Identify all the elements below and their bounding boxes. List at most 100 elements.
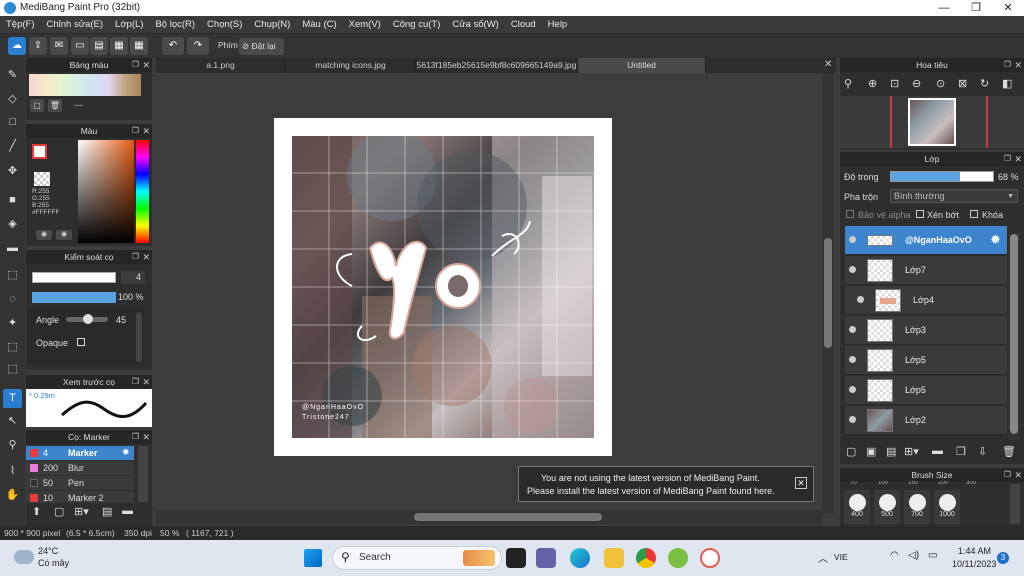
pen-tool-icon[interactable]: ⌇ xyxy=(3,462,22,481)
vertical-scroll-thumb[interactable] xyxy=(824,238,832,348)
clip-checkbox[interactable] xyxy=(916,210,924,218)
zoom-in-icon[interactable]: ⊕ xyxy=(868,77,877,90)
edge-icon[interactable] xyxy=(570,548,590,568)
clock-date[interactable]: 10/11/2023 xyxy=(952,559,996,569)
popout-icon[interactable]: ❐ xyxy=(1004,152,1011,166)
select-pen-icon[interactable]: ⬚ xyxy=(3,338,22,357)
share-icon[interactable]: ⇪ xyxy=(29,37,47,55)
eye-icon[interactable] xyxy=(849,356,856,363)
gear-icon[interactable]: ✹ xyxy=(122,447,130,458)
brush-list-scrollbar[interactable] xyxy=(138,446,148,502)
navigator-preview[interactable] xyxy=(840,96,1024,148)
comment-icon[interactable]: ✉ xyxy=(50,37,68,55)
hue-slider[interactable] xyxy=(136,140,149,243)
brush-size-option[interactable]: 1000 xyxy=(934,490,960,524)
menu-file[interactable]: Tệp(F) xyxy=(0,16,41,34)
line-tool-icon[interactable]: ╱ xyxy=(3,137,22,156)
gear-icon[interactable]: ✹ xyxy=(990,232,1001,248)
menu-snap[interactable]: Chụp(N) xyxy=(248,16,296,34)
reset-button[interactable]: ⊘ Đặt lại xyxy=(239,38,284,55)
layer-scroll-thumb[interactable] xyxy=(1010,234,1018,434)
add-brush-icon[interactable]: ⊞▾ xyxy=(74,505,89,518)
chrome-icon[interactable] xyxy=(636,548,656,568)
horizontal-scroll-thumb[interactable] xyxy=(414,513,602,521)
minimize-button[interactable]: — xyxy=(928,0,960,16)
close-notification-icon[interactable]: ✕ xyxy=(795,477,807,489)
brush-size-bar[interactable] xyxy=(32,272,116,283)
trash-icon[interactable]: 🗑 xyxy=(48,99,62,112)
menu-help[interactable]: Help xyxy=(542,16,574,34)
brush-item[interactable]: 4 Marker ✹ xyxy=(26,446,134,460)
color-mode-icon[interactable]: ◉ xyxy=(36,230,52,240)
menu-color[interactable]: Màu (C) xyxy=(296,16,342,34)
popout-icon[interactable]: ❐ xyxy=(132,375,139,389)
fit-icon[interactable]: ⊡ xyxy=(890,77,899,90)
task-view-icon[interactable] xyxy=(506,548,526,568)
brush-size-option[interactable]: 200 xyxy=(938,481,948,486)
brush-size-option[interactable]: 100 xyxy=(878,481,888,486)
windows-start-icon[interactable] xyxy=(304,549,322,567)
opaque-checkbox[interactable] xyxy=(77,338,85,346)
merge-icon[interactable]: ⇩ xyxy=(978,445,987,458)
text-tool-icon[interactable]: T xyxy=(3,389,22,408)
flip-icon[interactable]: ◧ xyxy=(1002,77,1012,90)
chevron-up-icon[interactable]: ︿ xyxy=(818,550,828,565)
primary-color[interactable] xyxy=(32,144,47,159)
brush-size-option[interactable]: 700 xyxy=(904,490,930,524)
eye-icon[interactable] xyxy=(849,236,856,243)
vertical-scrollbar[interactable] xyxy=(822,73,834,513)
layer-row[interactable]: Lớp3 xyxy=(845,316,1007,345)
file-explorer-icon[interactable] xyxy=(604,548,624,568)
brush-opacity-bar[interactable] xyxy=(32,292,116,303)
menu-layer[interactable]: Lớp(L) xyxy=(109,16,149,34)
brush-size-option[interactable]: 300 xyxy=(966,481,976,486)
close-icon[interactable]: ✕ xyxy=(142,375,150,389)
layer-scrollbar[interactable] xyxy=(1008,232,1020,440)
weather-text[interactable]: Có mây xyxy=(38,558,69,568)
horizontal-scrollbar[interactable] xyxy=(156,510,822,524)
close-icon[interactable]: ✕ xyxy=(142,124,150,138)
page-icon[interactable]: ▤ xyxy=(90,37,108,55)
brush-item[interactable]: 50 Pen xyxy=(26,476,134,490)
tab-jpg[interactable]: 5613f185eb25615e9bf8c609665149a9.jpg xyxy=(416,58,578,73)
move-tool-icon[interactable]: ✥ xyxy=(3,162,22,181)
brush-tool-icon[interactable]: ✎ xyxy=(3,66,22,85)
zoom-out-icon[interactable]: ⊖ xyxy=(912,77,921,90)
tab-a1[interactable]: a.1.png xyxy=(156,58,286,73)
operation-tool-icon[interactable]: ↖ xyxy=(3,412,22,431)
menu-view[interactable]: Xem(V) xyxy=(343,16,387,34)
brush-options-scrollbar[interactable] xyxy=(136,312,142,362)
palette-swatches[interactable] xyxy=(29,74,141,96)
new-brush-icon[interactable]: ▢ xyxy=(54,505,64,518)
new-8bit-icon[interactable]: ▤ xyxy=(886,445,896,458)
fit-window-icon[interactable]: ⊠ xyxy=(958,77,967,90)
add-layer-menu-icon[interactable]: ⊞▾ xyxy=(904,445,919,458)
layer-row[interactable]: Lớp4 xyxy=(845,286,1007,315)
update-notification[interactable]: You are not using the latest version of … xyxy=(518,466,814,502)
layer-opacity-bar[interactable] xyxy=(890,171,994,182)
tab-untitled[interactable]: Untitled xyxy=(578,58,706,73)
menu-cloud[interactable]: Cloud xyxy=(505,16,542,34)
new-palette-icon[interactable]: ▢ xyxy=(30,99,44,112)
hand-tool-icon[interactable]: ✋ xyxy=(3,486,22,505)
artwork-image[interactable]: @NganHaaOvO Tristone247 xyxy=(292,136,594,438)
menu-tools[interactable]: Công cụ(T) xyxy=(387,16,447,34)
redo-icon[interactable]: ↷ xyxy=(187,37,209,55)
cloud-brush-icon[interactable]: ⬆ xyxy=(32,505,41,518)
duplicate-icon[interactable]: ❐ xyxy=(956,445,966,458)
close-icon[interactable]: ✕ xyxy=(142,250,150,264)
eye-icon[interactable] xyxy=(849,266,856,273)
maximize-button[interactable]: ❐ xyxy=(960,0,992,16)
brush-item[interactable]: 10 Marker 2 xyxy=(26,491,134,503)
new-halftone-icon[interactable]: ▣ xyxy=(866,445,876,458)
notification-badge[interactable]: 3 xyxy=(997,552,1009,564)
tab-matching-icons[interactable]: matching icons.jpg xyxy=(286,58,416,73)
bucket-tool-icon[interactable]: ◈ xyxy=(3,215,22,234)
rect-tool-icon[interactable]: □ xyxy=(3,113,22,132)
brush-size-value[interactable]: 4 xyxy=(121,271,145,284)
gradient-tool-icon[interactable]: ▬ xyxy=(3,239,22,258)
select-tool-icon[interactable]: ⬚ xyxy=(3,266,22,285)
popout-icon[interactable]: ❐ xyxy=(1004,58,1011,72)
close-icon[interactable]: ✕ xyxy=(1014,58,1022,72)
brush-size-option[interactable]: 400 xyxy=(844,490,870,524)
